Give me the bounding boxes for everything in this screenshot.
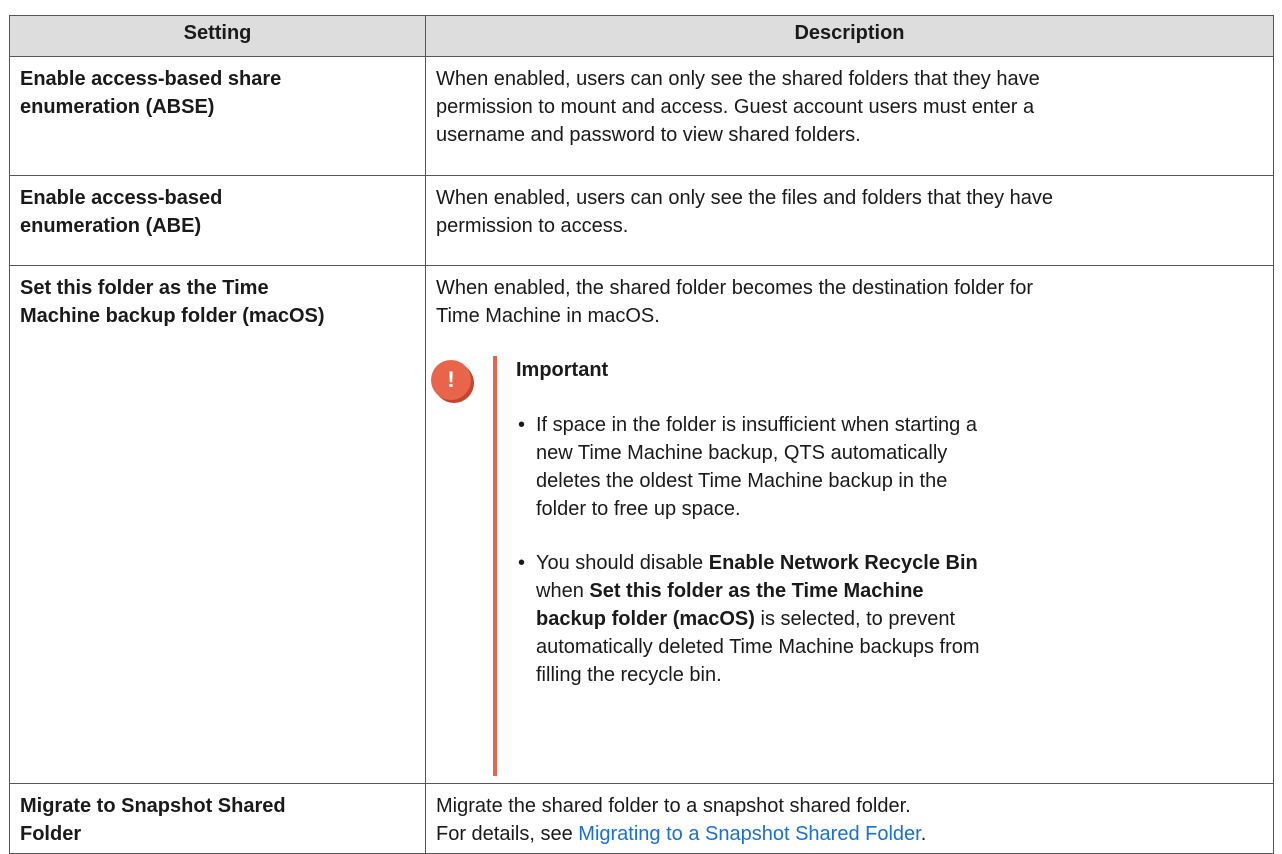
ui-term-time-machine-cont: backup folder (macOS): [536, 608, 755, 630]
ui-term-time-machine: Set this folder as the Time Machine: [589, 580, 924, 602]
note-list: • If space in the folder is insufficient…: [516, 411, 1236, 689]
description-cell: Migrate the shared folder to a snapshot …: [425, 783, 1274, 854]
column-header-description: Description: [425, 15, 1274, 57]
table-row: Migrate to Snapshot Shared Folder Migrat…: [9, 783, 1274, 854]
note-text-plain: is selected, to prevent: [754, 608, 956, 630]
migrate-snapshot-link[interactable]: Migrating to a Snapshot Shared Folder: [578, 823, 920, 845]
bullet: •: [518, 552, 526, 574]
important-note: ! Important • If space in the folder is …: [431, 356, 1263, 778]
note-text-plain: when: [536, 580, 590, 602]
list-item: • You should disable Enable Network Recy…: [516, 549, 1236, 689]
description-text: Time Machine in macOS.: [436, 305, 660, 327]
setting-text: Enable access-based: [20, 187, 223, 209]
description-text: When enabled, users can only see the fil…: [436, 187, 1054, 209]
description-text: username and password to view shared fol…: [436, 124, 861, 146]
description-cell: When enabled, users can only see the sha…: [425, 56, 1274, 176]
note-text: deletes the oldest Time Machine backup i…: [536, 470, 948, 492]
note-text: folder to free up space.: [536, 498, 741, 520]
ui-term-recycle-bin: Enable Network Recycle Bin: [708, 552, 978, 574]
description-text: For details, see Migrating to a Snapshot…: [436, 820, 1263, 848]
setting-text: Machine backup folder (macOS): [20, 305, 325, 327]
setting-text: Folder: [20, 823, 82, 845]
table-row: Enable access-based share enumeration (A…: [9, 56, 1274, 176]
settings-table: Setting Description Enable access-based …: [9, 15, 1274, 854]
description-cell: When enabled, the shared folder becomes …: [425, 265, 1274, 784]
note-accent-bar: [493, 356, 497, 776]
description-text-plain: For details, see: [436, 823, 579, 845]
note-text: new Time Machine backup, QTS automatical…: [536, 442, 948, 464]
setting-text: Migrate to Snapshot Shared: [20, 795, 286, 817]
important-icon-glyph: !: [447, 367, 455, 392]
description-text-plain: .: [920, 823, 927, 845]
description-text: permission to mount and access. Guest ac…: [436, 96, 1035, 118]
note-text: when Set this folder as the Time Machine: [536, 577, 1236, 605]
note-text-plain: You should disable: [536, 552, 709, 574]
description-cell: When enabled, users can only see the fil…: [425, 175, 1274, 266]
note-text: If space in the folder is insufficient w…: [536, 414, 977, 436]
setting-text: enumeration (ABSE): [20, 96, 215, 118]
note-text: automatically deleted Time Machine backu…: [536, 636, 980, 658]
description-text: permission to access.: [436, 215, 629, 237]
column-header-setting: Setting: [9, 15, 426, 57]
setting-cell: Migrate to Snapshot Shared Folder: [9, 783, 426, 854]
table-header-row: Setting Description: [9, 15, 1274, 57]
note-text: filling the recycle bin.: [536, 664, 722, 686]
description-text: Migrate the shared folder to a snapshot …: [436, 795, 911, 817]
description-text: When enabled, the shared folder becomes …: [436, 277, 1034, 299]
note-body: Important • If space in the folder is in…: [516, 356, 1236, 689]
setting-cell: Enable access-based enumeration (ABE): [9, 175, 426, 266]
setting-text: enumeration (ABE): [20, 215, 202, 237]
important-icon: !: [431, 360, 471, 400]
setting-text: Set this folder as the Time: [20, 277, 269, 299]
setting-text: Enable access-based share: [20, 68, 282, 90]
setting-cell: Enable access-based share enumeration (A…: [9, 56, 426, 176]
setting-cell: Set this folder as the Time Machine back…: [9, 265, 426, 784]
table-row: Enable access-based enumeration (ABE) Wh…: [9, 175, 1274, 266]
note-title: Important: [516, 359, 609, 381]
note-text: You should disable Enable Network Recycl…: [536, 549, 1236, 577]
table-row: Set this folder as the Time Machine back…: [9, 265, 1274, 784]
bullet: •: [518, 414, 526, 436]
list-item: • If space in the folder is insufficient…: [516, 411, 1236, 523]
note-text: backup folder (macOS) is selected, to pr…: [536, 605, 1236, 633]
description-text: When enabled, users can only see the sha…: [436, 68, 1040, 90]
